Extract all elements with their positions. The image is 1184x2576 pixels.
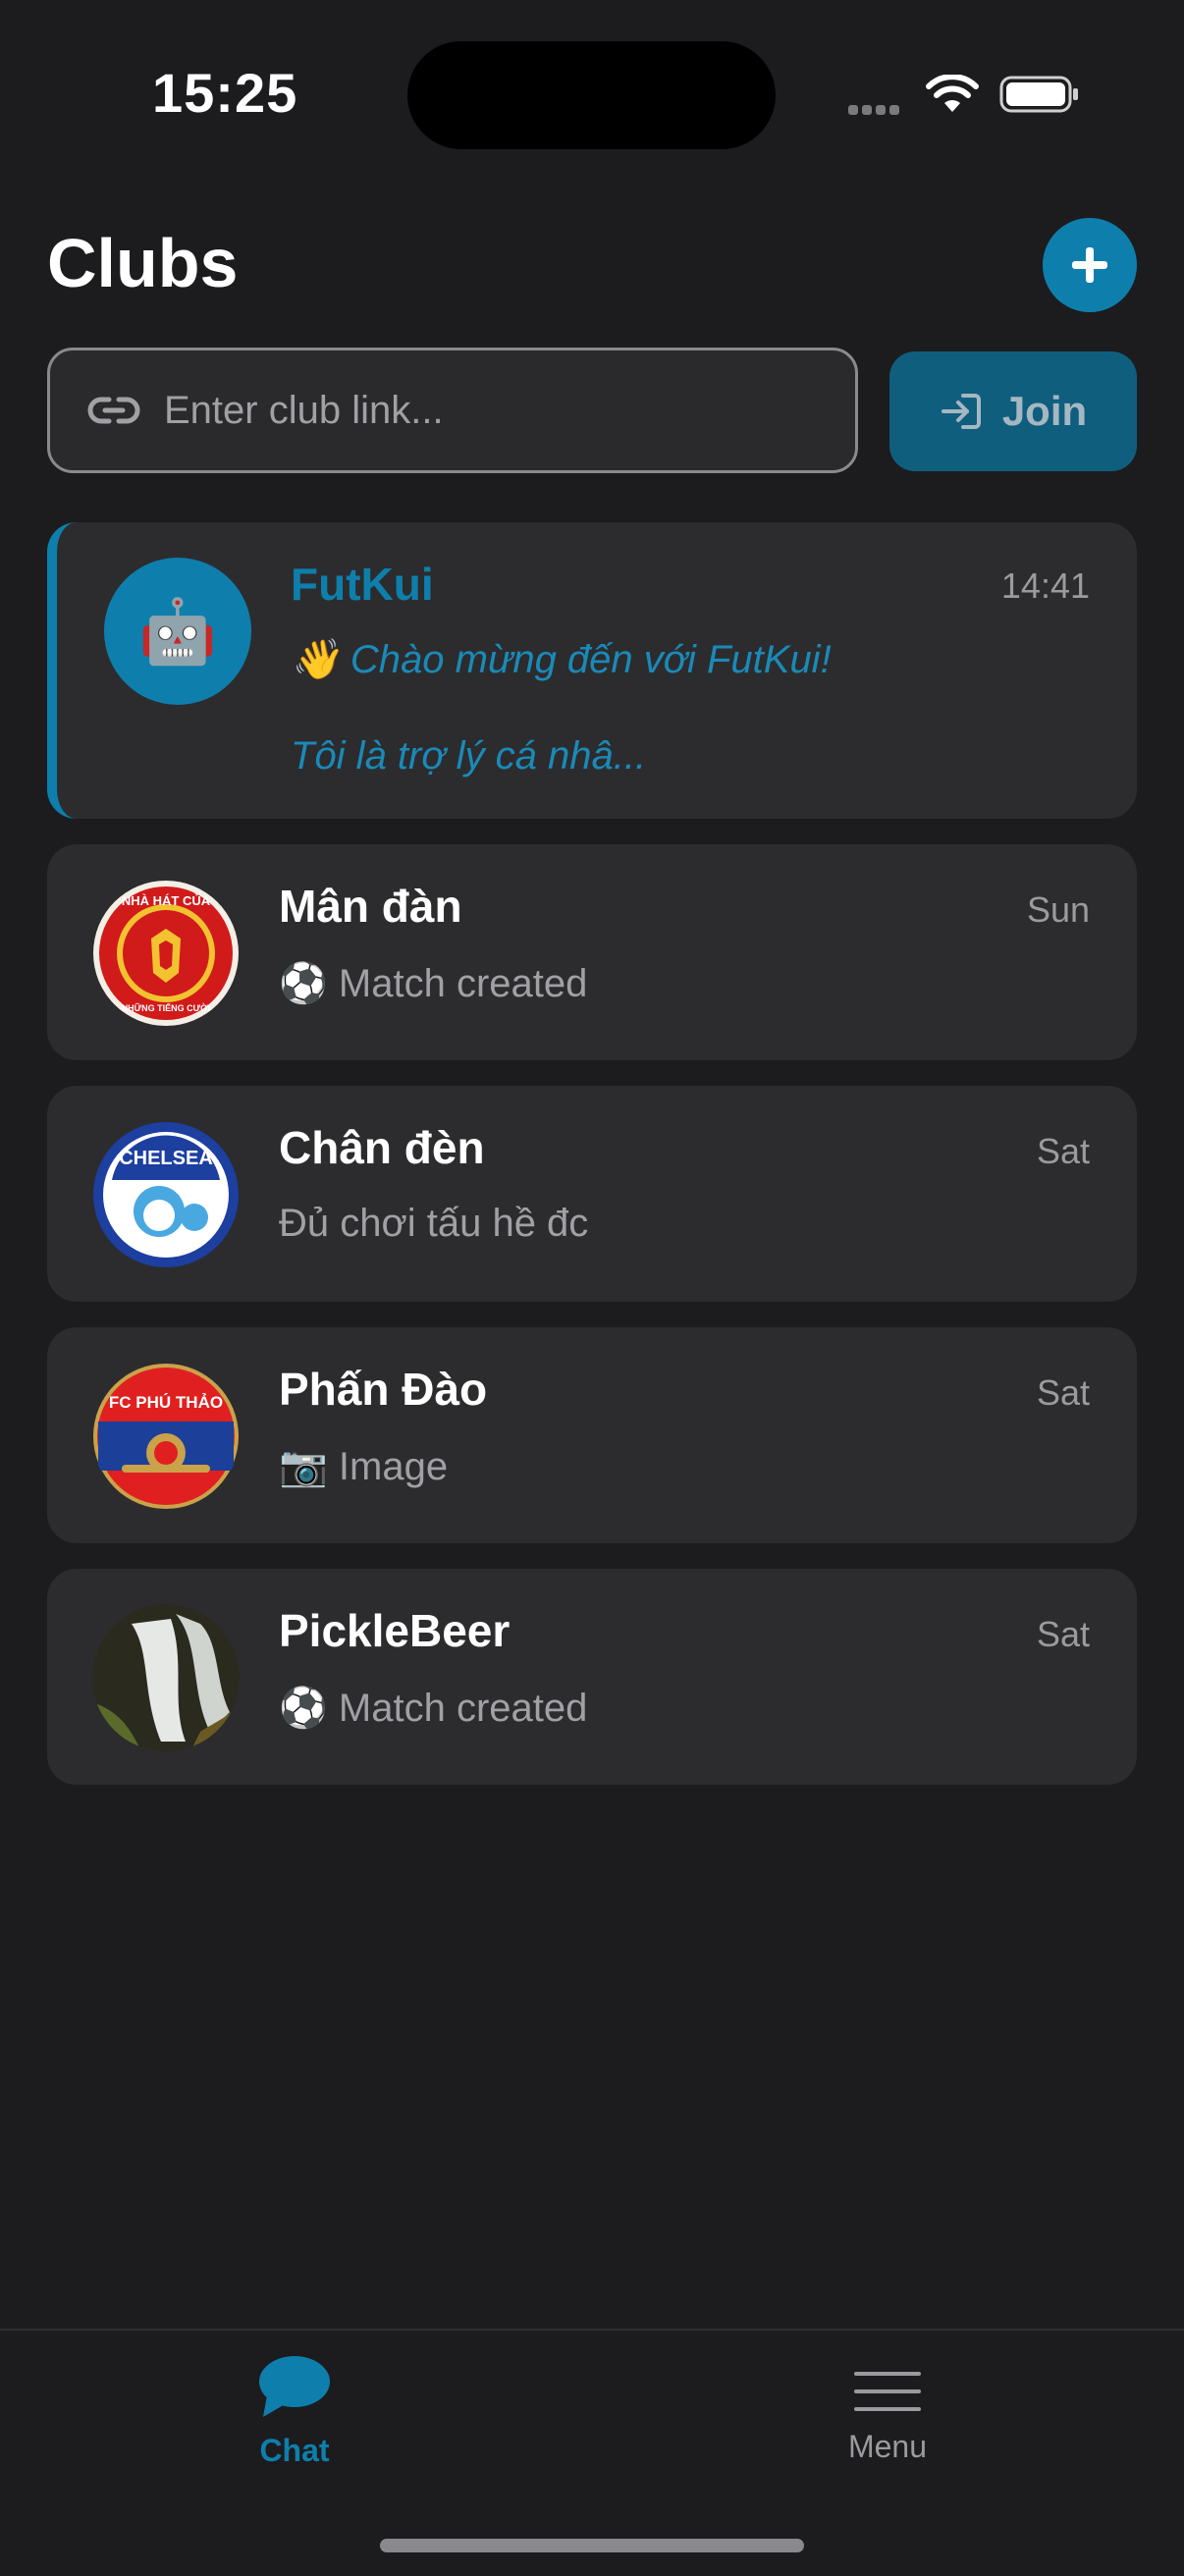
- battery-icon: [999, 76, 1078, 113]
- chat-item[interactable]: CHELSEA Chân đèn Sat Đủ chơi tấu hề đc: [47, 1086, 1137, 1302]
- crest-ring-bottom-text: NHỮNG TIẾNG CƯỜI: [122, 1002, 211, 1013]
- club-link-input[interactable]: [162, 387, 794, 434]
- plus-icon: [1072, 247, 1107, 283]
- join-button[interactable]: Join: [889, 351, 1137, 471]
- chat-name: Mân đàn: [279, 881, 462, 932]
- page-title: Clubs: [47, 225, 239, 301]
- chat-preview: Đủ chơi tấu hề đc: [279, 1202, 589, 1245]
- crest-text: CHELSEA: [119, 1148, 213, 1169]
- tab-menu[interactable]: Menu: [819, 2368, 956, 2465]
- tab-menu-label: Menu: [847, 2429, 928, 2464]
- status-bar: 15:25: [0, 0, 1184, 187]
- cellular-signal-icon: [848, 102, 903, 120]
- chat-time: 14:41: [1000, 565, 1090, 606]
- chat-bubble-icon: [259, 2356, 330, 2417]
- chat-preview: ⚽ Match created: [279, 1687, 588, 1730]
- crest-text: FC PHÚ THẢO: [109, 1393, 223, 1412]
- arsenal-crest-avatar: FC PHÚ THẢO: [92, 1363, 240, 1510]
- crest-ring-top-text: NHÀ HÁT CỦA: [122, 893, 211, 908]
- chat-name: Phấn Đào: [279, 1364, 488, 1415]
- chelsea-crest-avatar: CHELSEA: [92, 1121, 240, 1268]
- link-icon: [87, 397, 140, 424]
- chat-time: Sat: [1036, 1614, 1090, 1654]
- chat-preview-line1: 👋 Chào mừng đến với FutKui!: [291, 638, 832, 681]
- dynamic-island: [407, 41, 776, 149]
- chat-name: FutKui: [291, 559, 434, 610]
- chat-item-futkui[interactable]: 🤖 FutKui 14:41 👋 Chào mừng đến với FutKu…: [47, 522, 1137, 819]
- tab-chat-label: Chat: [259, 2433, 330, 2468]
- home-indicator: [380, 2539, 804, 2552]
- chat-item[interactable]: FC PHÚ THẢO Phấn Đào Sat 📷 Image: [47, 1327, 1137, 1543]
- chat-item[interactable]: NHÀ HÁT CỦA NHỮNG TIẾNG CƯỜI Mân đàn Sun…: [47, 844, 1137, 1060]
- chat-preview: 📷 Image: [279, 1445, 449, 1488]
- tab-chat[interactable]: Chat: [226, 2354, 363, 2469]
- status-time: 15:25: [152, 62, 298, 124]
- robot-avatar: 🤖: [104, 558, 251, 705]
- club-link-field[interactable]: [47, 348, 858, 473]
- chat-preview-line2: Tôi là trợ lý cá nhâ...: [291, 734, 647, 778]
- waterfall-photo-avatar: [92, 1604, 240, 1751]
- chat-preview: ⚽ Match created: [279, 962, 588, 1005]
- wifi-icon: [926, 75, 979, 112]
- chat-time: Sun: [1026, 889, 1090, 930]
- join-button-label: Join: [1001, 388, 1088, 434]
- robot-icon: 🤖: [138, 595, 217, 667]
- man-utd-crest-avatar: NHÀ HÁT CỦA NHỮNG TIẾNG CƯỜI: [92, 880, 240, 1027]
- add-club-button[interactable]: [1043, 218, 1137, 312]
- chat-name: Chân đèn: [279, 1122, 485, 1173]
- login-icon: [941, 394, 981, 429]
- hamburger-icon: [854, 2372, 921, 2411]
- chat-item[interactable]: PickleBeer Sat ⚽ Match created: [47, 1569, 1137, 1785]
- chat-time: Sat: [1036, 1372, 1090, 1413]
- chat-time: Sat: [1036, 1131, 1090, 1171]
- chat-name: PickleBeer: [279, 1605, 511, 1656]
